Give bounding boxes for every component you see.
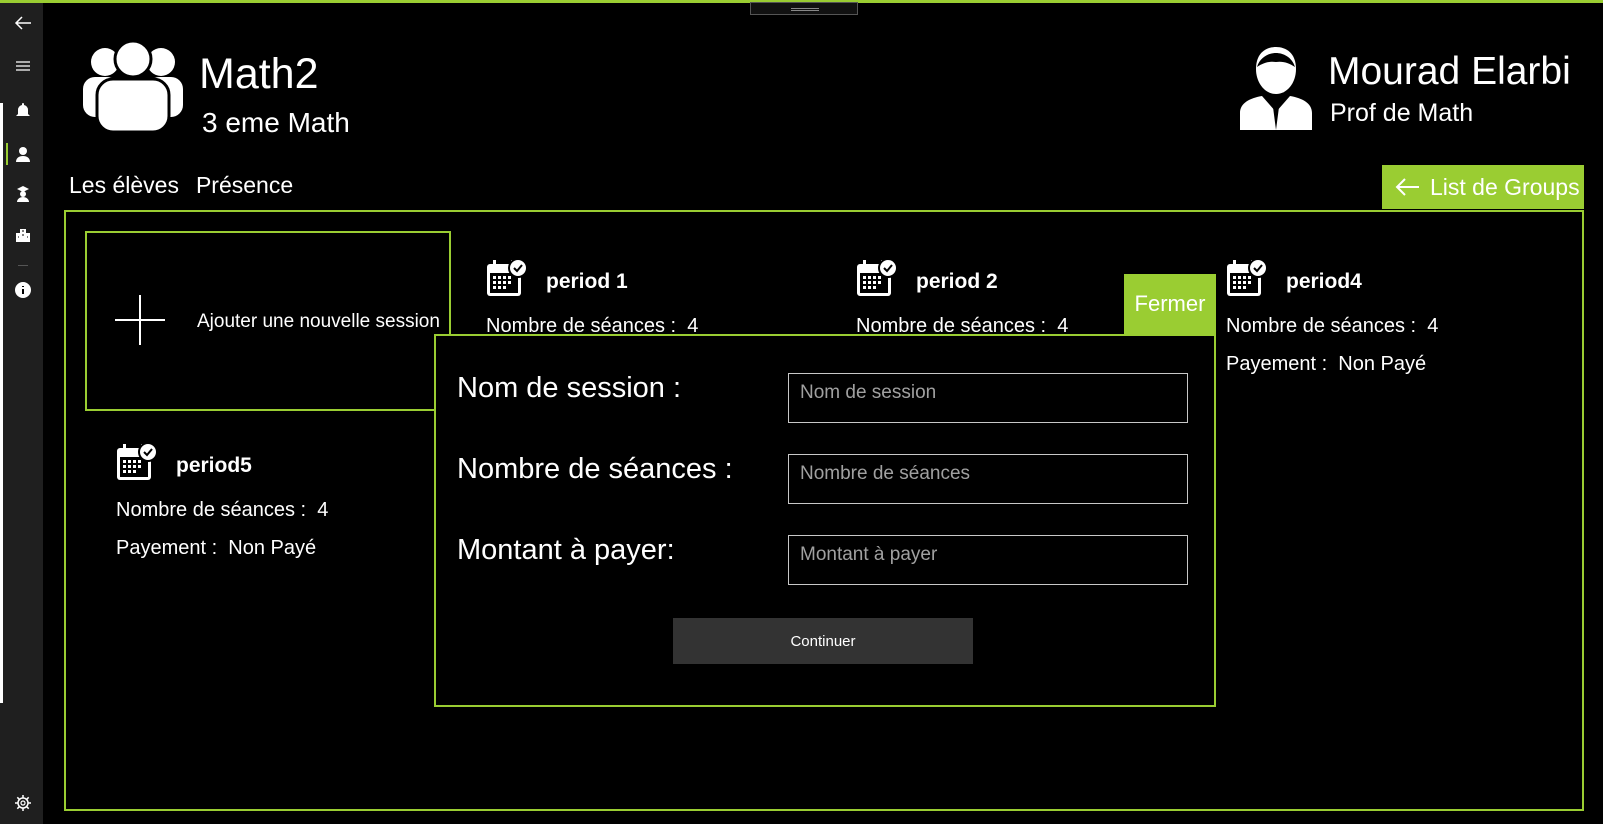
period-payement: Payement : Non Payé	[116, 537, 317, 559]
sidebar-item-school[interactable]	[4, 217, 42, 251]
settings-button[interactable]	[4, 786, 42, 820]
group-name: Math2	[199, 50, 319, 98]
window-drag-handle[interactable]	[750, 2, 858, 15]
period-card[interactable]: period4 Nombre de séances : 4 Payement :…	[1226, 258, 1546, 398]
seances-count-input[interactable]	[788, 454, 1188, 504]
period-name: period4	[1286, 270, 1362, 293]
arrow-left-icon	[14, 16, 31, 30]
add-session-card[interactable]: Ajouter une nouvelle session	[85, 231, 451, 411]
sidebar-item-info[interactable]	[4, 273, 42, 307]
amount-input[interactable]	[788, 535, 1188, 585]
close-dialog-button[interactable]: Fermer	[1124, 274, 1216, 334]
new-session-dialog: Nom de session : Nombre de séances : Mon…	[434, 334, 1216, 707]
arrow-left-icon	[1395, 178, 1419, 196]
add-session-label: Ajouter une nouvelle session	[197, 311, 440, 332]
teacher-icon	[16, 147, 30, 162]
calendar-check-icon	[857, 258, 898, 296]
user-role: Prof de Math	[1330, 99, 1474, 127]
student-icon	[17, 186, 29, 202]
info-icon	[15, 282, 31, 298]
sidebar-edge	[0, 103, 3, 703]
sidebar	[0, 3, 43, 824]
period-seances: Nombre de séances : 4	[116, 499, 329, 521]
calendar-check-icon	[487, 258, 528, 296]
user-name: Mourad Elarbi	[1328, 50, 1571, 93]
sidebar-item-notifications[interactable]	[4, 93, 42, 127]
list-groups-button[interactable]: List de Groups	[1382, 165, 1584, 209]
group-level: 3 eme Math	[202, 107, 350, 138]
sidebar-item-students[interactable]	[4, 177, 42, 211]
back-button[interactable]	[4, 6, 42, 40]
continue-button[interactable]: Continuer	[673, 618, 973, 664]
tab-students[interactable]: Les élèves	[69, 172, 179, 199]
menu-icon	[16, 61, 30, 71]
tab-bar: Les élèves Présence	[69, 172, 293, 199]
bell-icon	[16, 103, 30, 116]
tab-attendance[interactable]: Présence	[196, 172, 293, 199]
period-payement: Payement : Non Payé	[1226, 353, 1427, 375]
sidebar-item-teacher[interactable]	[4, 137, 42, 171]
seances-count-label: Nombre de séances :	[457, 453, 733, 485]
session-name-label: Nom de session :	[457, 372, 682, 404]
teacher-avatar-icon	[1240, 47, 1312, 130]
amount-label: Montant à payer:	[457, 534, 675, 566]
building-icon	[16, 229, 30, 242]
session-name-input[interactable]	[788, 373, 1188, 423]
period-name: period5	[176, 454, 252, 477]
period-card[interactable]: period5 Nombre de séances : 4 Payement :…	[116, 442, 436, 582]
gear-icon	[15, 795, 31, 811]
group-icon	[83, 39, 183, 134]
period-seances: Nombre de séances : 4	[1226, 315, 1439, 337]
sidebar-separator	[18, 265, 28, 266]
list-groups-label: List de Groups	[1430, 173, 1580, 200]
calendar-check-icon	[117, 442, 158, 480]
calendar-check-icon	[1227, 258, 1268, 296]
menu-button[interactable]	[4, 49, 42, 83]
period-name: period 1	[546, 270, 628, 293]
period-name: period 2	[916, 270, 998, 293]
plus-icon	[115, 295, 165, 345]
